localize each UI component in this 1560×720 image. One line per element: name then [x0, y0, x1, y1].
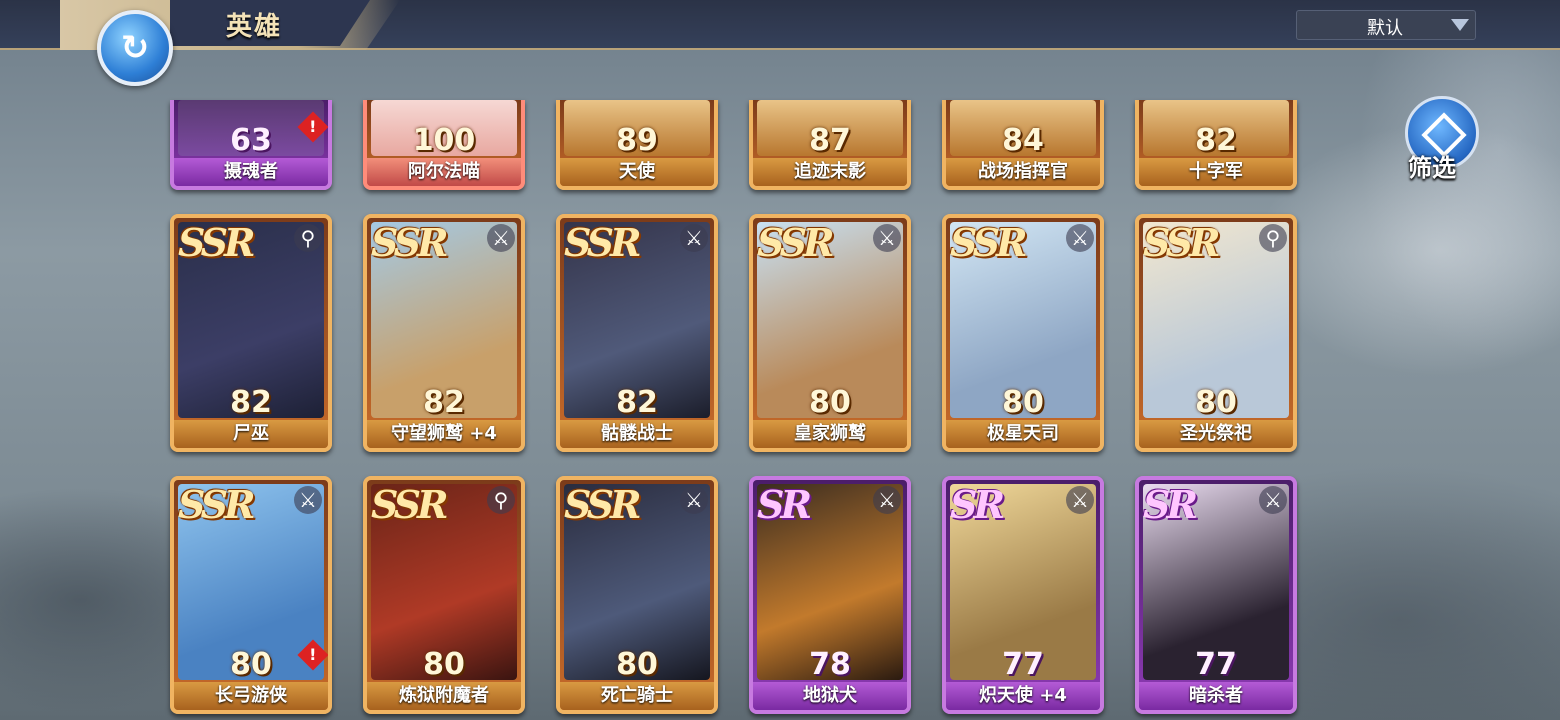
hero-name-bar: 死亡骑士 — [560, 682, 714, 710]
hero-name-bar: 尸巫 — [174, 420, 328, 448]
hero-name-bar: 长弓游侠 — [174, 682, 328, 710]
hero-level: 80 — [1002, 385, 1044, 420]
hero-name: 极星天司 — [987, 423, 1059, 444]
hero-name: 地狱犬 — [803, 685, 857, 706]
hero-card[interactable]: 87 追迹末影 — [749, 100, 911, 190]
hero-level: 87 — [809, 123, 851, 158]
hero-card[interactable]: SSR ⚔ 82 骷髅战士 — [556, 214, 718, 452]
hero-level: 82 — [1195, 123, 1237, 158]
hero-name-bar: 圣光祭祀 — [1139, 420, 1293, 448]
hero-card[interactable]: ! 63 摄魂者 — [170, 100, 332, 190]
hero-name: 天使 — [619, 161, 655, 182]
rarity-badge: SSR — [564, 220, 642, 265]
hero-name: 摄魂者 — [224, 161, 278, 182]
hero-name-bar: 炼狱附魔者 — [367, 682, 521, 710]
rarity-badge: SR — [1143, 482, 1198, 527]
staff-class-icon: ⚲ — [1259, 224, 1287, 252]
hero-card[interactable]: SSR ⚲ 80 圣光祭祀 — [1135, 214, 1297, 452]
hero-name-bar: 骷髅战士 — [560, 420, 714, 448]
hero-card[interactable]: SSR ⚔! 80 长弓游侠 — [170, 476, 332, 714]
rarity-badge: SSR — [178, 482, 256, 527]
hero-name: 尸巫 — [233, 423, 269, 444]
hero-name: 长弓游侠 — [215, 685, 287, 706]
hero-level: 89 — [616, 123, 658, 158]
hero-name: 战场指挥官 — [978, 161, 1068, 182]
hero-level: 82 — [616, 385, 658, 420]
hero-name-bar: 战场指挥官 — [946, 158, 1100, 186]
crossed-swords-class-icon: ⚔ — [1066, 224, 1094, 252]
hero-level: 80 — [616, 647, 658, 682]
hero-level: 77 — [1195, 647, 1237, 682]
rarity-badge: SSR — [757, 220, 835, 265]
hero-level: 82 — [230, 385, 272, 420]
hero-level: 80 — [230, 647, 272, 682]
staff-class-icon: ⚲ — [487, 486, 515, 514]
rarity-badge: SSR — [564, 482, 642, 527]
hero-card[interactable]: SSR ⚔ 80 极星天司 — [942, 214, 1104, 452]
hero-name: 圣光祭祀 — [1180, 423, 1252, 444]
hero-card[interactable]: SSR ⚔ 82 守望狮鹫 +4 — [363, 214, 525, 452]
crossed-swords-class-icon: ⚔ — [294, 486, 322, 514]
hero-name: 暗杀者 — [1189, 685, 1243, 706]
hero-name: 追迹末影 — [794, 161, 866, 182]
rarity-badge: SR — [950, 482, 1005, 527]
crossed-swords-class-icon: ⚔ — [487, 224, 515, 252]
hero-level: 63 — [230, 123, 272, 158]
hero-name: 死亡骑士 — [601, 685, 673, 706]
hero-name-bar: 十字军 — [1139, 158, 1293, 186]
crossed-swords-class-icon: ⚔ — [1066, 486, 1094, 514]
hero-level: 82 — [423, 385, 465, 420]
hero-card[interactable]: SR ⚔ 77 炽天使 +4 — [942, 476, 1104, 714]
hero-name: 炼狱附魔者 — [399, 685, 489, 706]
hero-name: 炽天使 +4 — [979, 685, 1067, 706]
hero-name-bar: 阿尔法喵 — [367, 158, 521, 186]
hero-name-bar: 极星天司 — [946, 420, 1100, 448]
hero-name-bar: 守望狮鹫 +4 — [367, 420, 521, 448]
hero-level: 80 — [423, 647, 465, 682]
hero-level: 80 — [1195, 385, 1237, 420]
hero-name-bar: 天使 — [560, 158, 714, 186]
hero-card[interactable]: SSR ⚔ 80 死亡骑士 — [556, 476, 718, 714]
hero-level: 100 — [412, 123, 476, 158]
hero-card[interactable]: 84 战场指挥官 — [942, 100, 1104, 190]
crossed-swords-class-icon: ⚔ — [680, 224, 708, 252]
crossed-swords-class-icon: ⚔ — [873, 486, 901, 514]
rarity-badge: SR — [757, 482, 812, 527]
rarity-badge: SSR — [178, 220, 256, 265]
hero-card[interactable]: 89 天使 — [556, 100, 718, 190]
hero-card[interactable]: SSR ⚲ 82 尸巫 — [170, 214, 332, 452]
hero-grid: ! 63 摄魂者 100 阿尔法喵 89 天使 87 追迹末影 84 战场指挥官 82 十字军 SSR ⚲ 8… — [0, 0, 1560, 720]
hero-name: 十字军 — [1189, 161, 1243, 182]
hero-name-bar: 皇家狮鹫 — [753, 420, 907, 448]
hero-level: 78 — [809, 647, 851, 682]
hero-name: 守望狮鹫 +4 — [391, 423, 497, 444]
hero-level: 80 — [809, 385, 851, 420]
hero-card[interactable]: 82 十字军 — [1135, 100, 1297, 190]
hero-name-bar: 追迹末影 — [753, 158, 907, 186]
hero-card[interactable]: SR ⚔ 78 地狱犬 — [749, 476, 911, 714]
rarity-badge: SSR — [371, 482, 449, 527]
crossed-swords-class-icon: ⚔ — [873, 224, 901, 252]
hero-level: 77 — [1002, 647, 1044, 682]
hero-name-bar: 摄魂者 — [174, 158, 328, 186]
rarity-badge: SSR — [371, 220, 449, 265]
crossed-swords-class-icon: ⚔ — [680, 486, 708, 514]
hero-name-bar: 暗杀者 — [1139, 682, 1293, 710]
hero-level: 84 — [1002, 123, 1044, 158]
crossed-swords-class-icon: ⚔ — [1259, 486, 1287, 514]
staff-class-icon: ⚲ — [294, 224, 322, 252]
hero-name: 骷髅战士 — [601, 423, 673, 444]
rarity-badge: SSR — [950, 220, 1028, 265]
hero-name: 皇家狮鹫 — [794, 423, 866, 444]
hero-name-bar: 炽天使 +4 — [946, 682, 1100, 710]
hero-card[interactable]: SSR ⚲ 80 炼狱附魔者 — [363, 476, 525, 714]
rarity-badge: SSR — [1143, 220, 1221, 265]
hero-name-bar: 地狱犬 — [753, 682, 907, 710]
hero-card[interactable]: SR ⚔ 77 暗杀者 — [1135, 476, 1297, 714]
hero-name: 阿尔法喵 — [408, 161, 480, 182]
hero-card[interactable]: 100 阿尔法喵 — [363, 100, 525, 190]
hero-card[interactable]: SSR ⚔ 80 皇家狮鹫 — [749, 214, 911, 452]
